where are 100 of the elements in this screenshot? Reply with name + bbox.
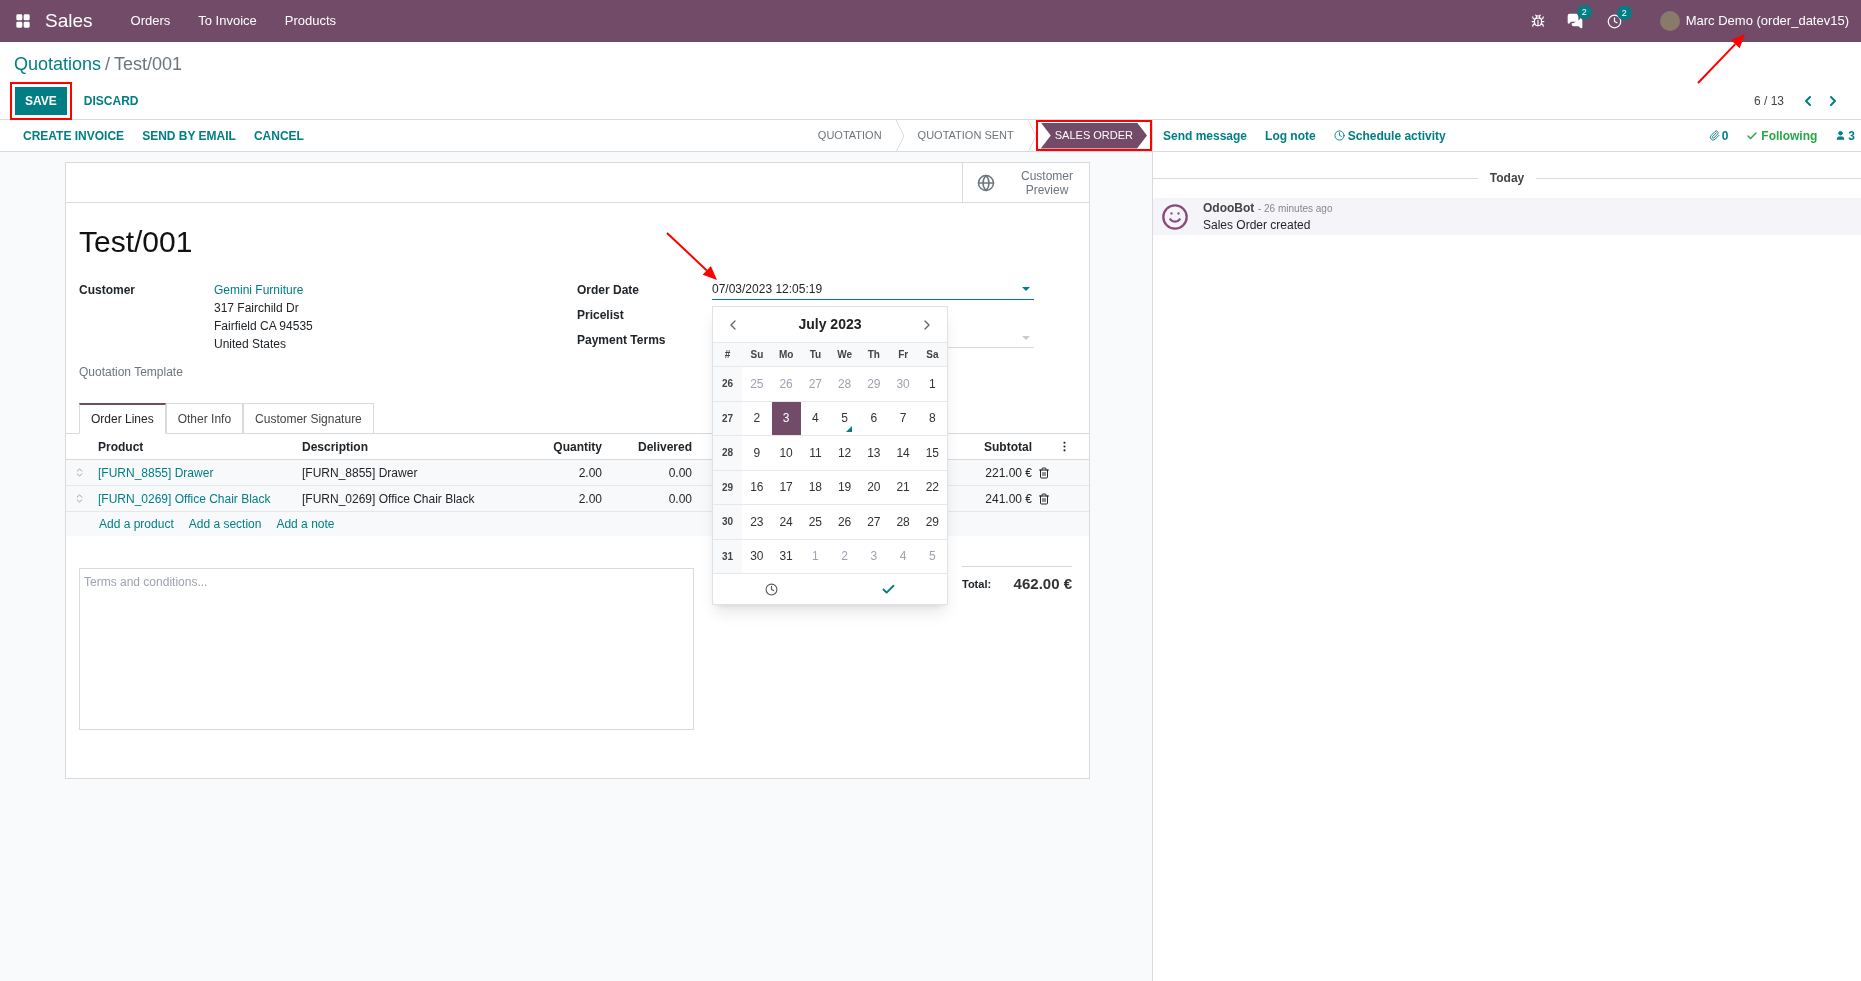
product-link[interactable]: [FURN_8855] Drawer	[98, 463, 302, 482]
message-body: Sales Order created	[1203, 217, 1312, 234]
activities-clock-icon[interactable]	[1606, 13, 1622, 29]
calendar-day[interactable]: 1	[917, 367, 947, 401]
nav-menu-item[interactable]: To Invoice	[198, 11, 257, 31]
weekday-header: We	[836, 348, 854, 362]
calendar-day[interactable]: 15	[917, 436, 947, 470]
discard-button[interactable]: DISCARD	[77, 87, 145, 115]
calendar-day[interactable]: 22	[917, 470, 947, 504]
calendar-day[interactable]: 4	[800, 401, 830, 435]
calendar-day[interactable]: 31	[771, 539, 801, 573]
calendar-day[interactable]: 11	[800, 436, 830, 470]
nav-menu-item[interactable]: Orders	[130, 11, 171, 31]
delete-trash-icon[interactable]	[1038, 466, 1050, 479]
calendar-day[interactable]: 3	[771, 401, 801, 435]
calendar-day[interactable]: 2	[742, 401, 772, 435]
order-date-field[interactable]: 07/03/2023 12:05:19	[712, 278, 1034, 300]
person-icon	[1835, 130, 1847, 141]
chatter-button[interactable]: Send message	[1163, 126, 1248, 145]
action-button[interactable]: CANCEL	[244, 120, 313, 151]
chatter-button[interactable]: Schedule activity	[1333, 126, 1446, 145]
breadcrumb-separator: /	[105, 54, 111, 74]
messages-icon[interactable]	[1566, 13, 1583, 29]
breadcrumb-link[interactable]: Quotations	[14, 54, 102, 74]
attachments-button[interactable]: 0	[1708, 126, 1729, 145]
calendar-day[interactable]: 18	[800, 470, 830, 504]
terms-input-field[interactable]: Terms and conditions...	[79, 568, 694, 730]
column-header[interactable]: Subtotal	[972, 437, 1032, 456]
followers-button[interactable]: 3	[1835, 126, 1855, 145]
form-tab[interactable]: Order Lines	[79, 403, 166, 434]
form-tab[interactable]: Other Info	[165, 403, 244, 434]
status-step[interactable]: QUOTATION	[803, 122, 896, 149]
column-header[interactable]: Delivered	[602, 437, 692, 456]
calendar-day[interactable]: 6	[859, 401, 889, 435]
calendar-day[interactable]: 23	[742, 505, 772, 539]
week-number: 26	[713, 367, 743, 401]
user-menu[interactable]: Marc Demo (order_datev15)	[1685, 11, 1849, 31]
calendar-day[interactable]: 17	[771, 470, 801, 504]
add-line-link[interactable]: Add a product	[99, 515, 174, 533]
field-label: Customer	[79, 282, 136, 299]
add-line-link[interactable]: Add a section	[188, 515, 262, 533]
week-number: 27	[713, 401, 743, 435]
table-cell-text: 0.00	[667, 490, 692, 508]
calendar-day[interactable]: 24	[771, 505, 801, 539]
add-line-link[interactable]: Add a note	[276, 515, 335, 533]
product-link[interactable]: [FURN_0269] Office Chair Black	[98, 489, 302, 508]
drag-handle-icon[interactable]	[74, 493, 85, 504]
table-cell-text: 0.00	[667, 464, 692, 482]
calendar-day[interactable]: 28	[888, 505, 918, 539]
nav-menu-item[interactable]: Products	[284, 11, 337, 31]
paperclip-icon	[1708, 130, 1720, 141]
column-header[interactable]: Quantity	[538, 437, 602, 456]
calendar-day[interactable]: 30	[742, 539, 772, 573]
annotation-arrow	[666, 232, 717, 280]
calendar-day[interactable]: 19	[830, 470, 860, 504]
calendar-day[interactable]: 8	[917, 401, 947, 435]
breadcrumb-current: Test/001	[114, 54, 183, 74]
delete-trash-icon[interactable]	[1038, 492, 1050, 505]
clock-icon	[1333, 130, 1345, 141]
weekday-header: Mo	[777, 348, 795, 362]
calendar-day[interactable]: 7	[888, 401, 918, 435]
bot-avatar-icon	[1161, 202, 1189, 231]
check-icon	[1746, 129, 1759, 142]
status-step[interactable]: QUOTATION SENT	[903, 122, 1028, 149]
status-step[interactable]: SALES ORDER	[1040, 122, 1147, 149]
table-cell-text: [FURN_8855] Drawer	[302, 464, 419, 482]
calendar-day[interactable]: 10	[771, 436, 801, 470]
save-button[interactable]: SAVE	[15, 87, 67, 115]
week-number: 28	[713, 436, 743, 470]
debug-bug-icon[interactable]	[1530, 14, 1545, 28]
calendar-day[interactable]: 21	[888, 470, 918, 504]
activity-count-badge: 2	[1616, 5, 1632, 20]
calendar-day[interactable]: 5	[830, 401, 860, 435]
calendar-day[interactable]: 9	[742, 436, 772, 470]
form-tab[interactable]: Customer Signature	[243, 403, 374, 434]
drag-handle-icon[interactable]	[74, 467, 85, 478]
calendar-day[interactable]: 26	[830, 505, 860, 539]
calendar-day[interactable]: 13	[859, 436, 889, 470]
weekday-header: Fr	[897, 348, 910, 362]
week-number: 29	[713, 470, 743, 504]
table-cell-text: 2.00	[577, 464, 602, 482]
action-button[interactable]: CREATE INVOICE	[14, 120, 134, 151]
calendar-day[interactable]: 20	[859, 470, 889, 504]
calendar-day[interactable]: 25	[800, 505, 830, 539]
calendar-day[interactable]: 12	[830, 436, 860, 470]
clock-icon[interactable]	[765, 582, 778, 596]
field-label: Order Date	[577, 282, 641, 299]
calendar-day[interactable]: 27	[859, 505, 889, 539]
apps-menu-icon[interactable]	[15, 13, 31, 29]
calendar-day[interactable]: 16	[742, 470, 772, 504]
action-button[interactable]: SEND BY EMAIL	[133, 120, 245, 151]
app-name[interactable]: Sales	[45, 6, 93, 36]
chatter-button[interactable]: Log note	[1265, 126, 1316, 145]
weekday-header: Tu	[808, 348, 823, 362]
calendar-day[interactable]: 29	[917, 505, 947, 539]
customer-preview-button[interactable]: Customer Preview	[962, 163, 1089, 202]
customer-link[interactable]: Gemini Furniture	[214, 281, 313, 299]
column-header[interactable]: Description	[302, 437, 538, 456]
calendar-day[interactable]: 14	[888, 436, 918, 470]
column-header[interactable]: Product	[98, 437, 302, 456]
